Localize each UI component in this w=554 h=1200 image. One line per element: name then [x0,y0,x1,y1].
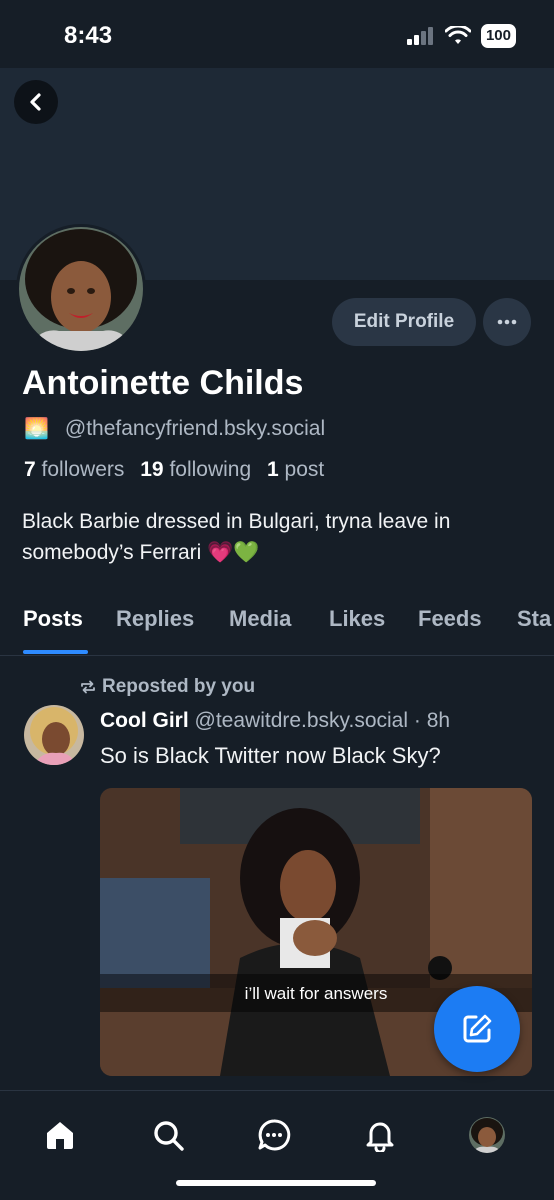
display-name: Antoinette Childs [22,364,304,402]
posts-stat: 1 post [261,458,324,482]
back-button[interactable] [14,80,58,124]
compose-button[interactable] [434,986,520,1072]
following-label: following [169,458,252,481]
followers-link[interactable]: 7 followers [24,458,124,482]
nav-home[interactable] [36,1111,84,1159]
post-text: So is Black Twitter now Black Sky? [100,743,441,768]
chevron-left-icon [30,93,41,111]
tab-media[interactable]: Media [229,606,291,632]
battery-indicator: 100 [480,24,516,48]
tab-likes[interactable]: Likes [329,606,385,632]
wifi-icon [444,26,471,44]
status-bar: 8:43 100 [0,0,554,68]
repost-label: Reposted by you [102,676,256,697]
followers-count: 7 [24,458,36,481]
profile-handle: @thefancyfriend.bsky.social [64,416,326,440]
repost-icon [81,680,95,694]
signal-icon [406,27,433,45]
handle-row: 🌅 @thefancyfriend.bsky.social [24,416,325,441]
following-link[interactable]: 19 following [134,458,251,482]
tab-feeds[interactable]: Feeds [418,606,482,632]
status-icons: 100 [406,24,516,48]
post-author-avatar[interactable] [24,705,84,765]
profile-stats: 7 followers 19 following 1 post [24,458,324,482]
tab-replies[interactable]: Replies [116,606,194,632]
following-count: 19 [140,458,164,481]
compose-icon [463,1014,492,1043]
followers-label: followers [41,458,125,481]
repost-indicator[interactable]: Reposted by you [80,676,255,698]
nav-search[interactable] [144,1111,192,1159]
status-time: 8:43 [64,22,113,49]
more-options-button[interactable] [483,298,531,346]
home-indicator [176,1180,376,1186]
ellipsis-icon [497,319,517,325]
profile-avatar-small [469,1117,505,1153]
profile-avatar[interactable] [16,224,146,354]
bell-icon [366,1122,394,1152]
chat-icon [258,1119,291,1151]
post-header: Cool Girl @teawitdre.bsky.social · 8h [100,709,450,733]
profile-tabs: Posts Replies Media Likes Feeds Sta [0,604,554,656]
tab-posts[interactable]: Posts [23,606,83,632]
edit-profile-button[interactable]: Edit Profile [332,298,476,346]
tab-starter-packs[interactable]: Sta [517,606,551,632]
handle-emoji: 🌅 [24,418,49,440]
nav-chat[interactable] [250,1111,298,1159]
home-icon [47,1122,73,1149]
post-time: · 8h [413,709,451,732]
post-avatar-image [24,705,84,765]
posts-label: post [284,458,325,481]
avatar-image [19,227,143,351]
posts-count: 1 [267,458,279,481]
post-author-name[interactable]: Cool Girl [100,709,189,732]
search-icon [154,1121,184,1151]
nav-notifications[interactable] [356,1111,404,1159]
nav-profile[interactable] [463,1111,511,1159]
post-author-handle[interactable]: @teawitdre.bsky.social [195,709,409,732]
profile-bio: Black Barbie dressed in Bulgari, tryna l… [22,510,451,564]
active-tab-indicator [23,650,88,654]
